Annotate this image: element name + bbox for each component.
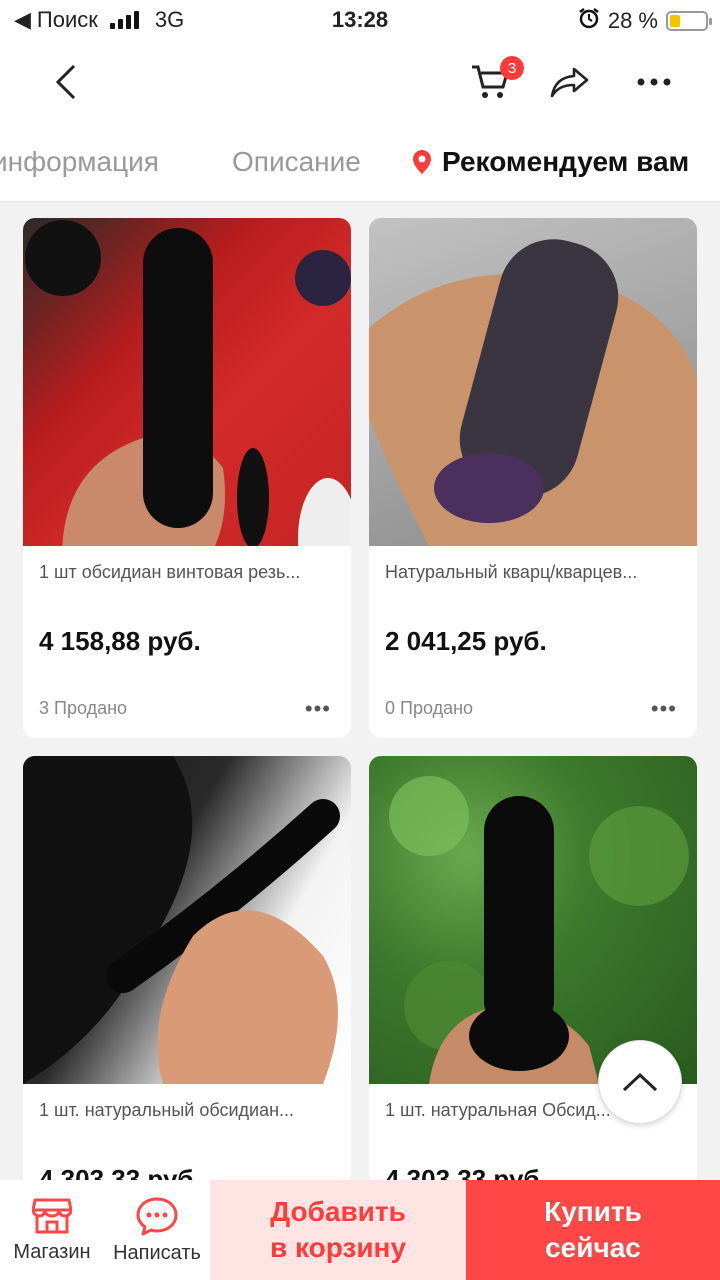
- section-tabs: информация Описание Рекомендуем вам: [0, 122, 720, 202]
- product-image: [369, 756, 697, 1084]
- scroll-to-top-button[interactable]: [598, 1040, 682, 1124]
- back-button[interactable]: [38, 54, 94, 110]
- status-right: 28 %: [578, 7, 712, 35]
- more-dots-icon[interactable]: •••: [305, 696, 331, 722]
- add-to-cart-line2: в корзину: [269, 1232, 407, 1263]
- more-dots-icon[interactable]: •••: [651, 696, 677, 722]
- alarm-icon: [578, 7, 600, 35]
- more-horizontal-icon: [637, 78, 671, 86]
- product-price: 4 158,88 руб.: [39, 626, 201, 656]
- tab-recommended-label: Рекомендуем вам: [442, 146, 690, 177]
- store-icon: [32, 1198, 72, 1233]
- product-grid: 1 шт обсидиан винтовая резь... 4 158,88 …: [23, 218, 697, 1276]
- buy-now-line1: Купить: [544, 1196, 642, 1227]
- share-button[interactable]: [542, 54, 598, 110]
- product-title: Натуральный кварц/кварцев...: [385, 562, 638, 582]
- product-image: [23, 218, 351, 546]
- chat-button[interactable]: Написать: [104, 1180, 210, 1280]
- tab-description[interactable]: Описание: [232, 146, 361, 178]
- product-title: 1 шт обсидиан винтовая резь...: [39, 562, 301, 582]
- chevron-left-icon: [55, 64, 76, 100]
- share-icon: [550, 67, 589, 98]
- location-pin-icon: [413, 150, 431, 174]
- chat-label: Написать: [113, 1241, 201, 1264]
- tab-recommended[interactable]: Рекомендуем вам: [412, 146, 689, 178]
- product-image: [369, 218, 697, 546]
- store-label: Магазин: [13, 1240, 91, 1263]
- battery-icon: [666, 11, 712, 31]
- store-button[interactable]: Магазин: [0, 1180, 104, 1280]
- tab-info[interactable]: информация: [0, 146, 159, 178]
- bottom-action-bar: Магазин Написать Добавить в корзину Купи…: [0, 1180, 720, 1280]
- chat-bubble-icon: [136, 1197, 178, 1235]
- status-bar: ◀ Поиск 3G 13:28 28 %: [0, 0, 720, 40]
- product-price: 2 041,25 руб.: [385, 626, 547, 656]
- add-to-cart-line1: Добавить: [270, 1196, 406, 1227]
- product-sold-count: 3 Продано: [39, 698, 128, 718]
- product-card[interactable]: 1 шт обсидиан винтовая резь... 4 158,88 …: [23, 218, 351, 738]
- chevron-up-icon: [622, 1072, 658, 1092]
- product-sold-count: 0 Продано: [385, 698, 474, 718]
- top-nav-bar: 3: [0, 40, 720, 122]
- buy-now-button[interactable]: Купить сейчас: [466, 1180, 720, 1280]
- product-title: 1 шт. натуральный обсидиан...: [39, 1100, 295, 1120]
- cart-count-badge: 3: [500, 56, 524, 80]
- battery-percent: 28 %: [607, 8, 658, 33]
- cart-button[interactable]: 3: [458, 54, 524, 110]
- product-card[interactable]: Натуральный кварц/кварцев... 2 041,25 ру…: [369, 218, 697, 738]
- buy-now-line2: сейчас: [545, 1232, 641, 1263]
- more-options-button[interactable]: [626, 54, 682, 110]
- product-image: [23, 756, 351, 1084]
- add-to-cart-button[interactable]: Добавить в корзину: [210, 1180, 466, 1280]
